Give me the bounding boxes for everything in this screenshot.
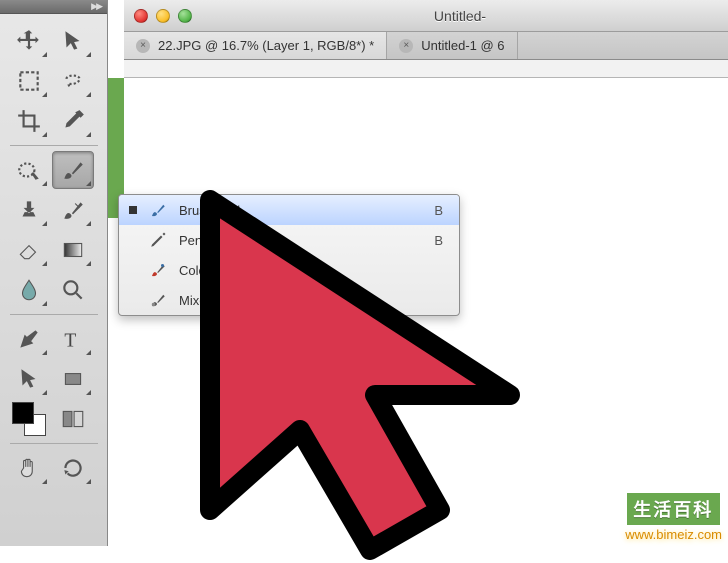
flyout-item-mixer-brush[interactable]: Mixer Brush [119, 285, 459, 315]
collapse-arrows-icon: ▶▶ [91, 1, 101, 12]
flyout-item-pencil[interactable]: Pencil B [119, 225, 459, 255]
zoom-button[interactable] [178, 9, 192, 23]
gradient-tool[interactable] [52, 231, 94, 269]
flyout-label: Brush Tool [179, 203, 424, 218]
close-tab-icon[interactable]: × [399, 39, 413, 53]
tab-label: 22.JPG @ 16.7% (Layer 1, RGB/8*) * [158, 38, 374, 53]
marquee-tool[interactable] [8, 62, 50, 100]
window-controls [134, 9, 192, 23]
mode-toggle[interactable] [52, 400, 94, 438]
history-brush-tool[interactable] [52, 191, 94, 229]
svg-text:T: T [64, 331, 76, 352]
rotate-view-tool[interactable] [52, 449, 94, 487]
rectangle-shape-tool[interactable] [52, 360, 94, 398]
eraser-tool[interactable] [8, 231, 50, 269]
blur-tool[interactable] [8, 271, 50, 309]
brush-icon [147, 201, 169, 219]
tool-grid: T [0, 14, 107, 495]
window-title: Untitled- [202, 8, 718, 24]
document-tab[interactable]: × Untitled-1 @ 6 [387, 32, 517, 59]
titlebar[interactable]: Untitled- [124, 0, 728, 32]
pencil-icon [147, 231, 169, 249]
flyout-shortcut: B [434, 203, 449, 218]
flyout-label: Pencil [179, 233, 424, 248]
flyout-shortcut: B [434, 233, 449, 248]
path-select-tool[interactable] [8, 360, 50, 398]
move-tool[interactable] [8, 22, 50, 60]
foreground-swatch[interactable] [12, 402, 34, 424]
toolbox-panel: ▶▶ T [0, 0, 108, 546]
watermark: 生活百科 www.bimeiz.com [625, 491, 722, 542]
active-indicator-icon [129, 206, 137, 214]
tab-label: Untitled-1 @ 6 [421, 38, 504, 53]
zoom-tool[interactable] [52, 271, 94, 309]
clone-stamp-tool[interactable] [8, 191, 50, 229]
document-tab[interactable]: × 22.JPG @ 16.7% (Layer 1, RGB/8*) * [124, 32, 387, 59]
watermark-url: www.bimeiz.com [625, 527, 722, 542]
brush-flyout-menu: Brush Tool B Pencil B Color Rep Mixer Br… [118, 194, 460, 316]
type-tool[interactable]: T [52, 320, 94, 358]
brush-tool[interactable] [52, 151, 94, 189]
tab-bar: × 22.JPG @ 16.7% (Layer 1, RGB/8*) * × U… [124, 32, 728, 60]
eyedropper-tool[interactable] [52, 102, 94, 140]
flyout-label: Mixer Brush [179, 293, 433, 308]
lasso-tool[interactable] [52, 62, 94, 100]
close-tab-icon[interactable]: × [136, 39, 150, 53]
watermark-badge: 生活百科 [625, 491, 722, 527]
flyout-item-brush[interactable]: Brush Tool B [119, 195, 459, 225]
toolbox-header[interactable]: ▶▶ [0, 0, 107, 14]
flyout-item-color-replace[interactable]: Color Rep [119, 255, 459, 285]
crop-tool[interactable] [8, 102, 50, 140]
color-replace-icon [147, 261, 169, 279]
color-swatches[interactable] [8, 400, 50, 438]
hand-tool[interactable] [8, 449, 50, 487]
selection-arrow-tool[interactable] [52, 22, 94, 60]
minimize-button[interactable] [156, 9, 170, 23]
flyout-label: Color Rep [179, 263, 433, 278]
pen-tool[interactable] [8, 320, 50, 358]
mixer-brush-icon [147, 291, 169, 309]
quick-select-tool[interactable] [8, 151, 50, 189]
close-button[interactable] [134, 9, 148, 23]
ruler-bar [124, 60, 728, 78]
